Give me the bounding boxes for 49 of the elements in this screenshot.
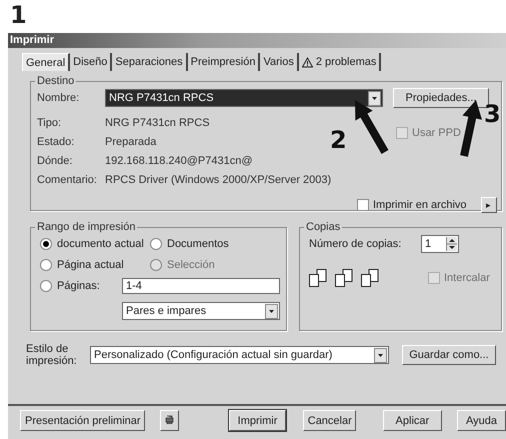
field-label: Comentario: bbox=[37, 174, 98, 186]
dialog-button[interactable]: Ayuda bbox=[456, 410, 506, 431]
field-label: Dónde: bbox=[37, 154, 74, 166]
field-label: Número de copias: bbox=[309, 238, 402, 250]
annotation-number: 1 bbox=[10, 0, 27, 30]
radio-button[interactable] bbox=[150, 238, 162, 250]
dialog-button[interactable]: Cancelar bbox=[302, 410, 356, 431]
more-button[interactable]: ▸ bbox=[480, 197, 497, 213]
radio-button[interactable] bbox=[40, 238, 52, 250]
radio-label[interactable]: Páginas: bbox=[57, 280, 100, 292]
field-label: Estado: bbox=[37, 136, 76, 148]
field-value: 192.168.118.240@P7431cn@ bbox=[105, 154, 253, 166]
printer-icon bbox=[165, 414, 174, 424]
group-title: Destino bbox=[36, 75, 76, 87]
radio-button[interactable] bbox=[40, 280, 52, 292]
spin-arrows-icon bbox=[446, 237, 457, 251]
annotation-arrow bbox=[355, 100, 388, 154]
field-label: Estilo de impresión: bbox=[26, 343, 78, 367]
dialog-button[interactable]: Aplicar bbox=[382, 410, 442, 431]
field-value: Preparada bbox=[105, 136, 156, 148]
radio-button[interactable] bbox=[40, 258, 52, 270]
tab[interactable]: General bbox=[22, 53, 70, 71]
annotation-number: 2 bbox=[330, 126, 347, 154]
dialog-button[interactable]: Imprimir bbox=[229, 410, 286, 431]
tab[interactable]: Varios bbox=[260, 53, 299, 71]
field-label: Nombre: bbox=[37, 92, 80, 104]
field-label: Tipo: bbox=[37, 116, 62, 128]
warning-icon bbox=[302, 56, 313, 68]
tab[interactable]: Preimpresión bbox=[188, 53, 260, 71]
tab[interactable]: Separaciones bbox=[112, 53, 188, 71]
tab[interactable]: 2 problemas bbox=[298, 53, 382, 71]
field-value: NRG P7431cn RPCS bbox=[105, 116, 210, 128]
pages-field[interactable]: 1-4 bbox=[122, 278, 280, 294]
group-title: Copias bbox=[305, 221, 342, 233]
window-title: Imprimir bbox=[8, 33, 506, 48]
field-value: RPCS Driver (Windows 2000/XP/Server 2003) bbox=[105, 174, 332, 186]
tab[interactable]: Diseño bbox=[70, 53, 112, 71]
style-dropdown[interactable]: Personalizado (Configuración actual sin guardar) bbox=[90, 346, 389, 364]
checkbox[interactable]: Imprimir en archivo bbox=[357, 199, 467, 211]
save-as-button[interactable]: Guardar como... bbox=[402, 345, 496, 365]
radio-label[interactable]: Página actual bbox=[57, 258, 124, 270]
printer-icon-button[interactable] bbox=[160, 410, 180, 431]
radio-label[interactable]: documento actual bbox=[57, 238, 144, 250]
printer-dropdown[interactable]: NRG P7431cn RPCS bbox=[105, 89, 383, 107]
subset-dropdown[interactable]: Pares e impares bbox=[122, 302, 280, 320]
copies-spinner[interactable]: 1 bbox=[421, 235, 459, 253]
dialog-button[interactable]: Presentación preliminar bbox=[20, 410, 145, 431]
radio-label[interactable]: Documentos bbox=[167, 238, 229, 250]
group-title: Rango de impresión bbox=[36, 221, 136, 233]
